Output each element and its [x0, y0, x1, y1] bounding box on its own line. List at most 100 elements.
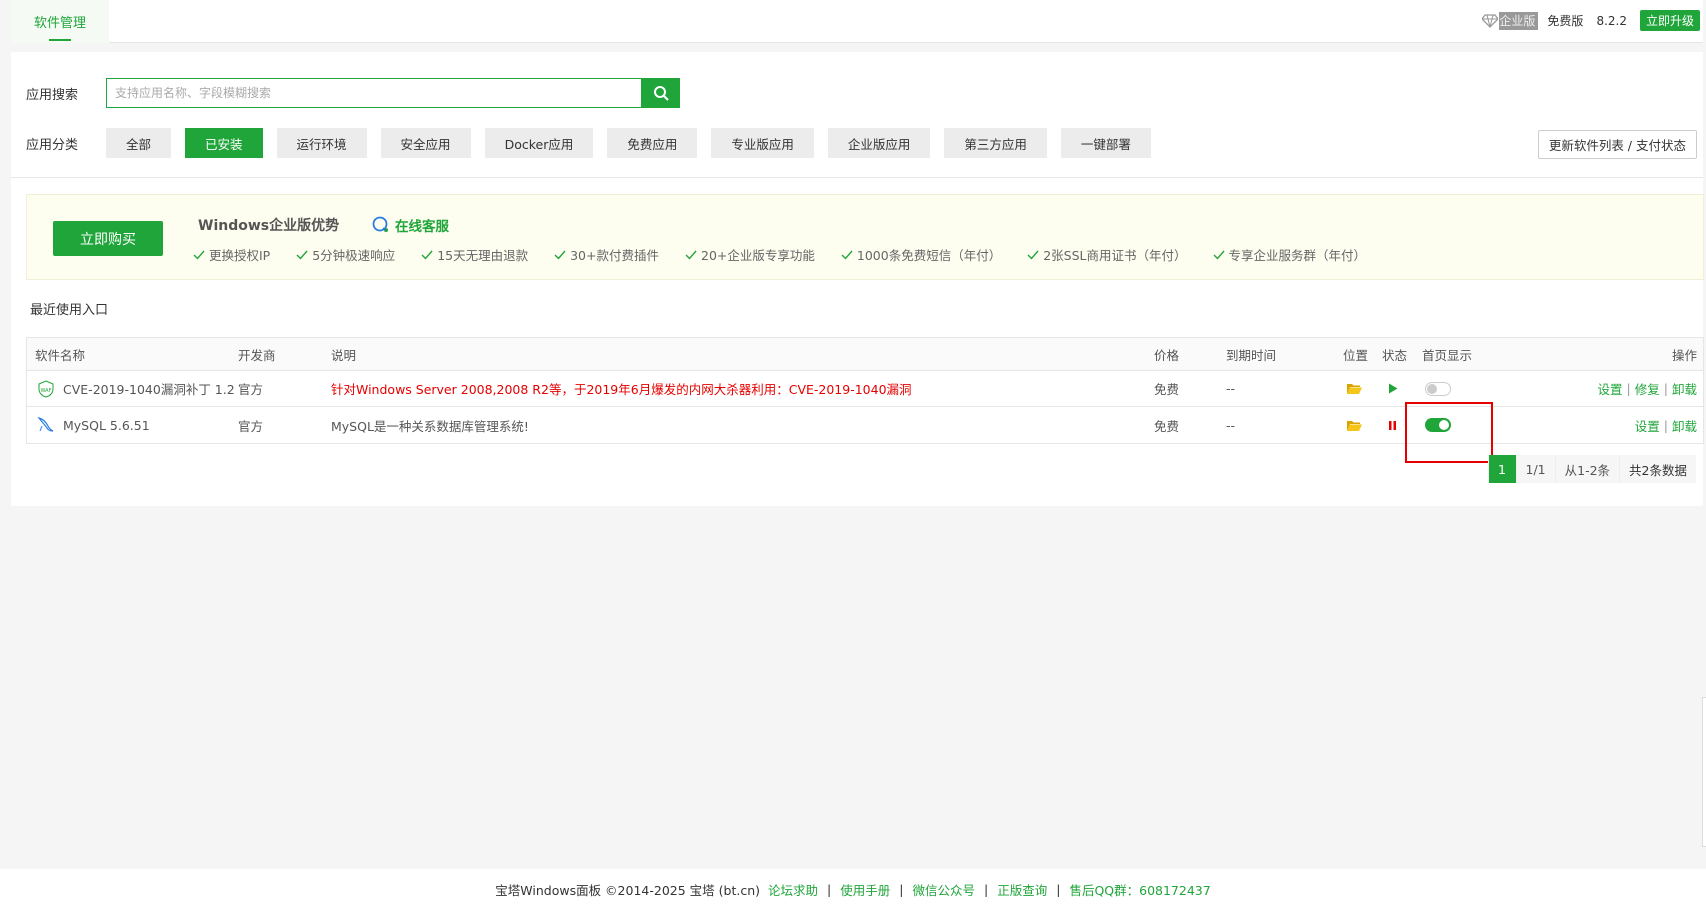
open-folder-button[interactable]	[1346, 407, 1362, 443]
check-icon	[1213, 250, 1225, 260]
page-total: 共2条数据	[1619, 455, 1696, 483]
check-icon	[841, 250, 853, 260]
developer: 官方	[238, 382, 264, 397]
check-icon	[554, 250, 566, 260]
page-count: 1/1	[1515, 455, 1555, 483]
free-edition-label: 免费版	[1547, 14, 1584, 28]
waf-shield-icon: WAF	[38, 379, 54, 398]
online-service-label: 在线客服	[395, 219, 449, 235]
highlight-box	[1405, 402, 1493, 463]
online-service-link[interactable]: 在线客服	[371, 215, 449, 235]
tab-software-management[interactable]: 软件管理	[11, 0, 109, 43]
software-name-cell[interactable]: WAF CVE-2019-1040漏洞补丁 1.2	[37, 371, 235, 406]
category-all[interactable]: 全部	[106, 128, 172, 158]
folder-icon	[1347, 420, 1362, 431]
feature-item: 2张SSL商用证书（年付）	[1027, 245, 1187, 264]
enterprise-badge[interactable]: 企业版	[1481, 11, 1539, 30]
page-current[interactable]: 1	[1487, 455, 1516, 483]
version-area: 企业版 免费版 8.2.2 立即升级	[1481, 10, 1700, 31]
category-security[interactable]: 安全应用	[380, 128, 471, 158]
category-docker[interactable]: Docker应用	[484, 128, 594, 158]
manual-link[interactable]: 使用手册	[840, 880, 890, 899]
settings-link[interactable]: 设置	[1635, 416, 1660, 435]
category-third-party[interactable]: 第三方应用	[944, 128, 1047, 158]
check-icon	[193, 250, 205, 260]
feature-item: 15天无理由退款	[421, 245, 528, 264]
price: 免费	[1154, 418, 1180, 434]
separator: |	[1056, 881, 1061, 897]
feature-label: 30+款付费插件	[570, 248, 659, 263]
refresh-software-list-button[interactable]: 更新软件列表 / 支付状态	[1537, 130, 1697, 159]
qq-group-link[interactable]: 售后QQ群：608172437	[1069, 880, 1210, 899]
feature-item: 20+企业版专享功能	[685, 245, 815, 264]
uninstall-link[interactable]: 卸载	[1672, 416, 1697, 435]
software-name-cell[interactable]: MySQL 5.6.51	[37, 407, 150, 443]
check-icon	[421, 250, 433, 260]
separator: |	[1663, 381, 1668, 396]
pause-icon	[1389, 420, 1396, 430]
header-expire[interactable]: 到期时间	[1226, 338, 1276, 370]
feature-label: 20+企业版专享功能	[701, 248, 815, 263]
header-status: 状态	[1382, 347, 1408, 363]
table-header: 软件名称 开发商 说明 价格 到期时间 位置 状态 首页显示 操作	[27, 338, 1703, 371]
feature-label: 1000条免费短信（年付）	[856, 248, 1002, 263]
category-list: 全部 已安装 运行环境 安全应用 Docker应用 免费应用 专业版应用 企业版…	[106, 128, 1151, 158]
uninstall-link[interactable]: 卸载	[1672, 379, 1697, 398]
homepage-toggle-cell	[1425, 371, 1451, 406]
feature-label: 2张SSL商用证书（年付）	[1043, 248, 1187, 263]
category-pro[interactable]: 专业版应用	[711, 128, 814, 158]
homepage-toggle[interactable]	[1425, 381, 1451, 396]
search-input[interactable]	[106, 78, 641, 108]
description: 针对Windows Server 2008,2008 R2等，于2019年6月爆…	[331, 382, 912, 397]
separator: |	[1663, 417, 1668, 433]
separator: |	[1626, 381, 1631, 396]
search-icon	[653, 86, 669, 101]
repair-link[interactable]: 修复	[1635, 379, 1660, 398]
scrollbar[interactable]	[1702, 697, 1706, 847]
mysql-dolphin-icon	[37, 417, 54, 432]
category-installed[interactable]: 已安装	[185, 128, 263, 158]
category-free[interactable]: 免费应用	[607, 128, 698, 158]
search-button[interactable]	[641, 78, 680, 108]
page-range: 从1-2条	[1554, 455, 1620, 483]
license-check-link[interactable]: 正版查询	[997, 880, 1047, 899]
category-enterprise[interactable]: 企业版应用	[827, 128, 931, 158]
upgrade-button[interactable]: 立即升级	[1639, 10, 1700, 31]
feature-item: 专享企业服务群（年付）	[1213, 245, 1366, 264]
check-icon	[685, 250, 697, 260]
version-number: 8.2.2	[1596, 13, 1627, 28]
open-folder-button[interactable]	[1346, 371, 1362, 406]
feature-label: 5分钟极速响应	[312, 248, 396, 263]
folder-icon	[1347, 384, 1362, 394]
settings-link[interactable]: 设置	[1598, 379, 1623, 398]
diamond-icon	[1481, 11, 1500, 30]
feature-list: 更换授权IP 5分钟极速响应 15天无理由退款 30+款付费插件 20+企业版专…	[193, 245, 1392, 264]
developer: 官方	[238, 418, 264, 434]
buy-now-button[interactable]: 立即购买	[53, 221, 163, 256]
category-one-click-deploy[interactable]: 一键部署	[1060, 128, 1151, 158]
wechat-link[interactable]: 微信公众号	[912, 880, 975, 899]
top-bar	[11, 0, 1703, 43]
header-ops: 操作	[1671, 347, 1697, 363]
search-row: 应用搜索	[26, 78, 680, 108]
start-button[interactable]	[1388, 371, 1398, 406]
promo-title: Windows企业版优势	[198, 218, 340, 234]
divider	[11, 177, 1703, 178]
separator: |	[899, 881, 904, 897]
play-icon	[1389, 383, 1398, 394]
header-price[interactable]: 价格	[1154, 338, 1179, 370]
search-label: 应用搜索	[26, 87, 79, 103]
category-runtime[interactable]: 运行环境	[276, 128, 367, 158]
category-row: 应用分类 全部 已安装 运行环境 安全应用 Docker应用 免费应用 专业版应…	[26, 128, 1151, 158]
software-name: CVE-2019-1040漏洞补丁 1.2	[63, 382, 235, 397]
forum-link[interactable]: 论坛求助	[768, 880, 818, 899]
header-developer: 开发商	[238, 347, 276, 363]
chat-icon	[372, 216, 388, 232]
description: MySQL是一种关系数据库管理系统!	[331, 418, 529, 434]
header-name[interactable]: 软件名称	[35, 338, 85, 370]
stop-button[interactable]	[1388, 407, 1397, 443]
header-location: 位置	[1343, 347, 1369, 363]
check-icon	[296, 250, 308, 260]
feature-label: 更换授权IP	[209, 248, 271, 263]
check-icon	[1027, 250, 1039, 260]
